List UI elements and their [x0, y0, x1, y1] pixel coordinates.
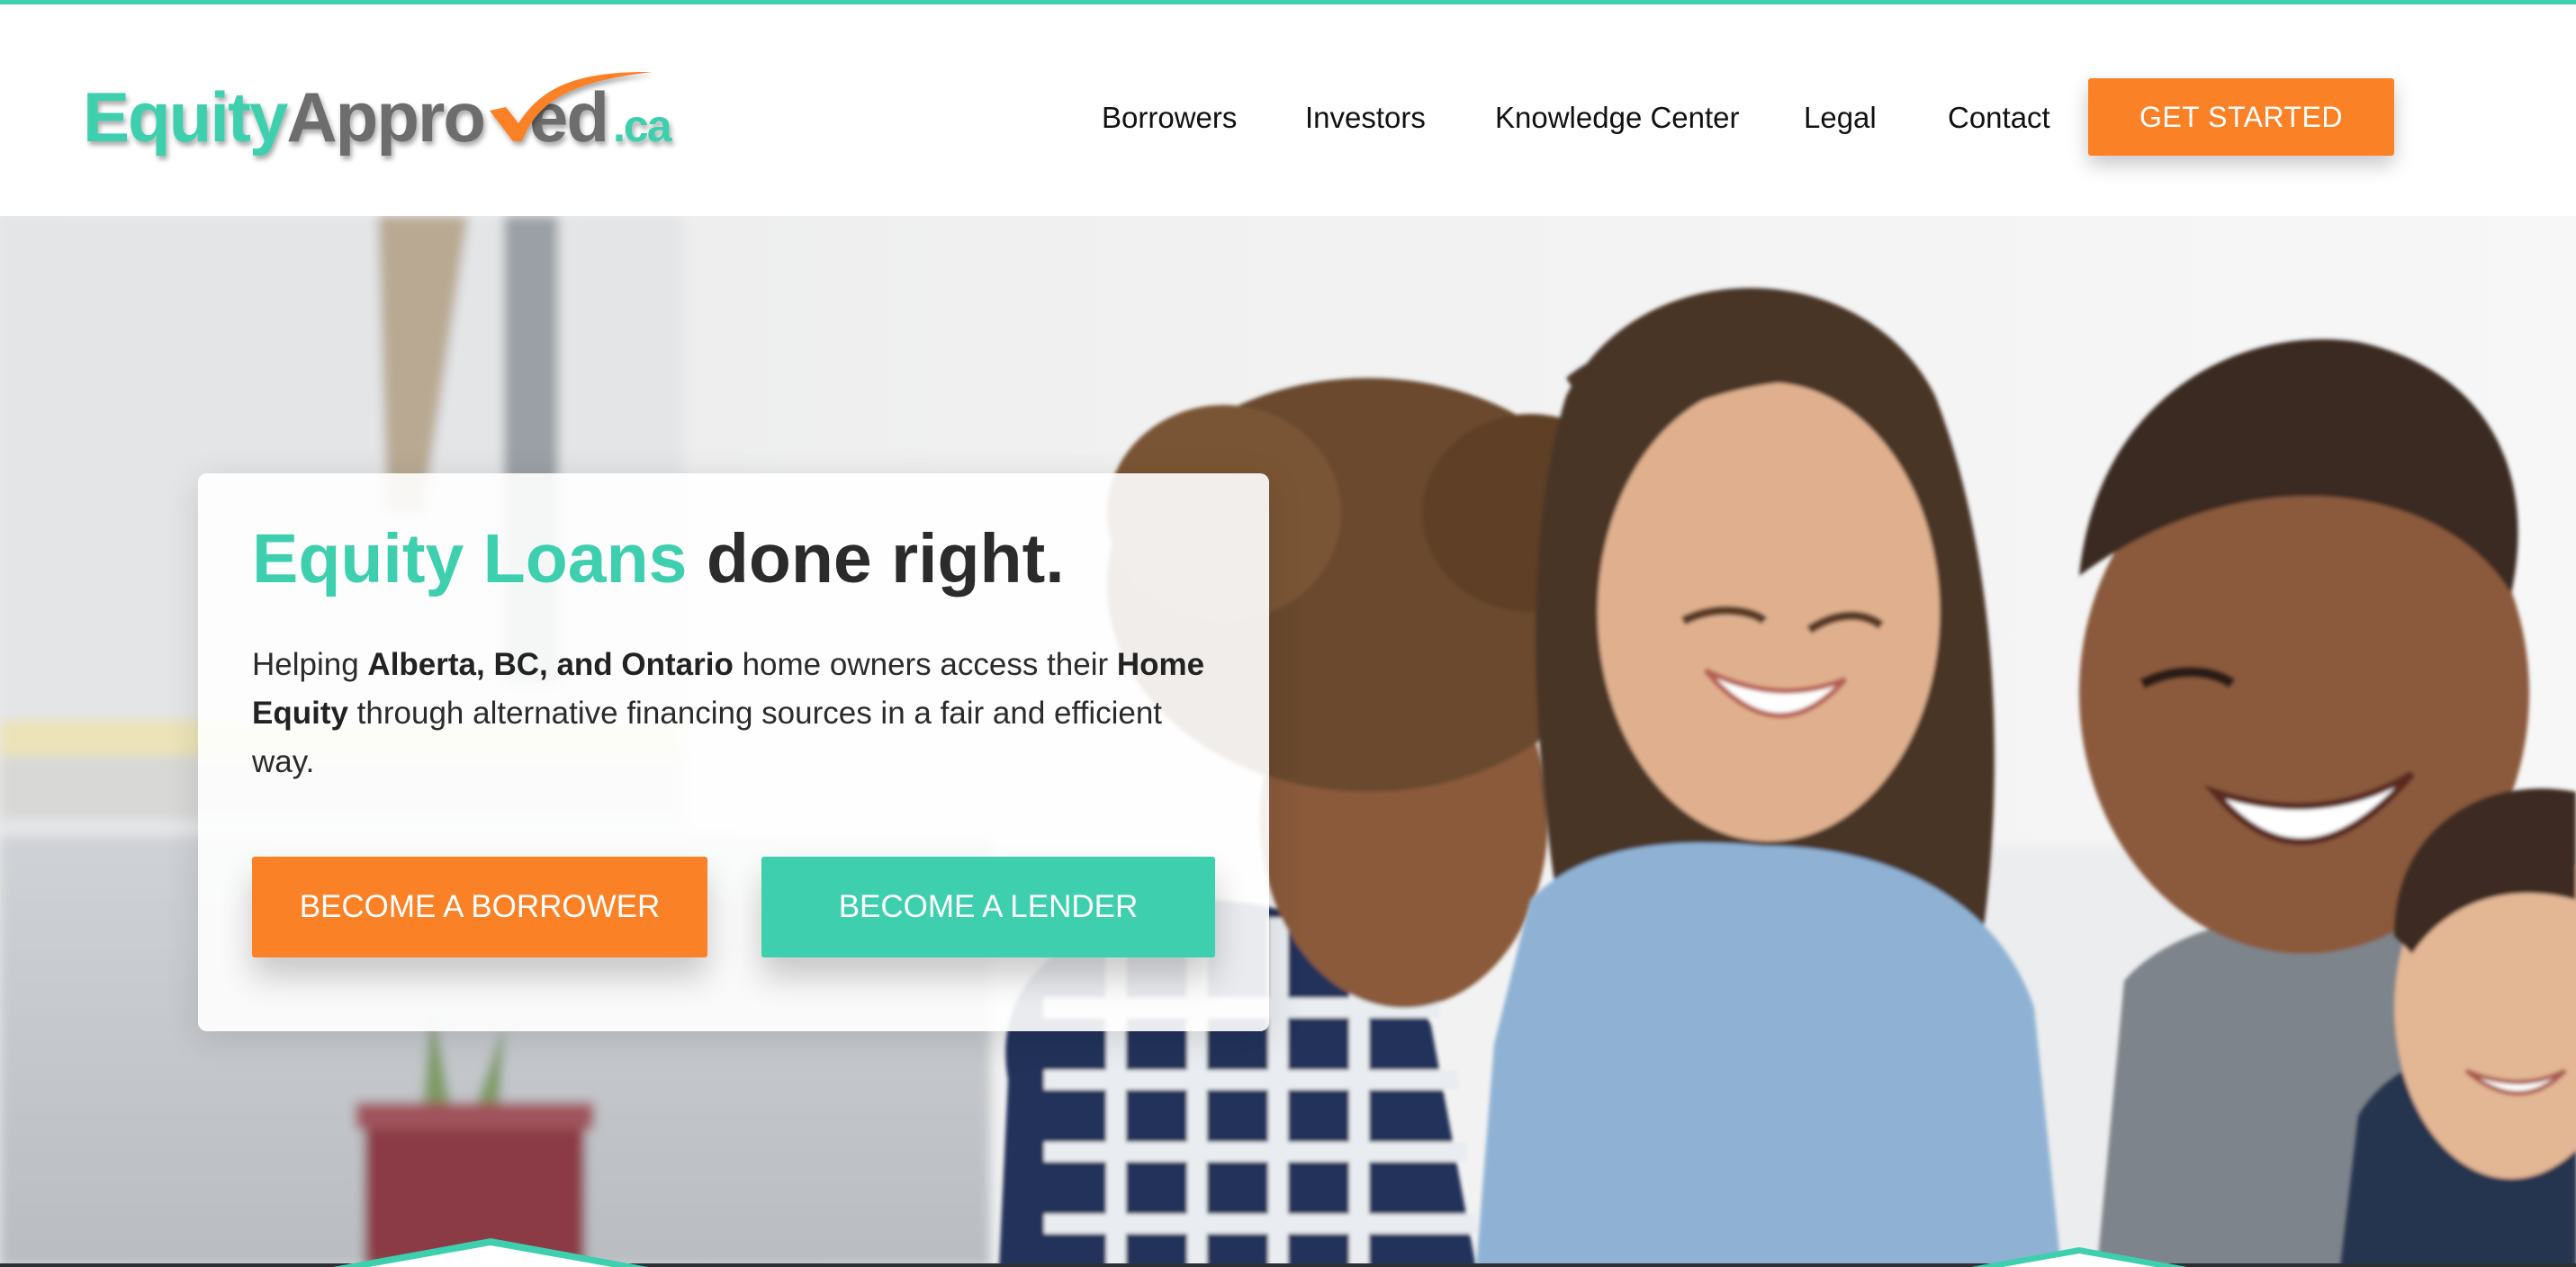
hero-section: Equity Loans done right. Helping Alberta…: [0, 216, 2576, 1267]
logo-domain: .ca: [613, 101, 673, 151]
hero-headline: Equity Loans done right.: [252, 518, 1065, 599]
hero-description: Helping Alberta, BC, and Ontario home ow…: [252, 641, 1224, 786]
hero-description-text-3: through alternative financing sources in…: [252, 696, 1163, 779]
nav-borrowers[interactable]: Borrowers: [1102, 100, 1237, 136]
hero-card: Equity Loans done right. Helping Alberta…: [198, 473, 1269, 1031]
logo-word-equity: Equity: [83, 77, 288, 157]
section-divider: [0, 1238, 2576, 1267]
get-started-button[interactable]: GET STARTED: [2088, 78, 2394, 156]
logo-word-approved: Appro: [286, 77, 484, 157]
hero-description-provinces: Alberta, BC, and Ontario: [367, 647, 734, 682]
hero-description-text-2: home owners access their: [733, 647, 1117, 682]
hero-headline-accent: Equity Loans: [252, 520, 688, 598]
become-borrower-button[interactable]: BECOME A BORROWER: [252, 857, 707, 957]
nav-investors[interactable]: Investors: [1305, 100, 1426, 136]
nav-legal[interactable]: Legal: [1804, 100, 1877, 136]
nav-contact[interactable]: Contact: [1948, 100, 2050, 136]
site-logo[interactable]: EquityAppro ed .ca: [83, 40, 731, 175]
hero-description-text-1: Helping: [252, 647, 368, 682]
become-lender-button[interactable]: BECOME A LENDER: [761, 857, 1215, 957]
svg-text:EquityApproed.ca: EquityAppro ed .ca: [83, 77, 673, 157]
site-header: EquityAppro ed .ca Borrowers Investors Kno…: [0, 4, 2576, 216]
nav-knowledge-center[interactable]: Knowledge Center: [1495, 100, 1740, 136]
hero-headline-rest: done right.: [687, 520, 1065, 598]
